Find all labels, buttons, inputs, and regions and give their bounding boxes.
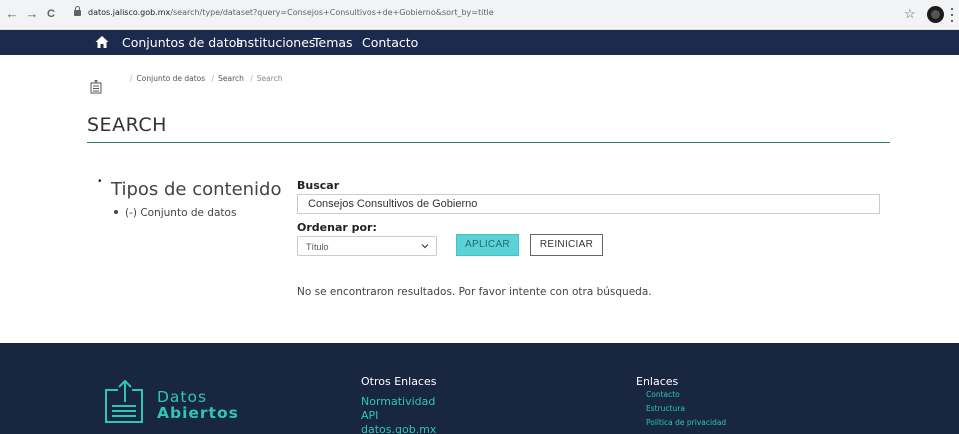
nav-contacto[interactable]: Contacto — [362, 35, 418, 50]
title-divider — [87, 142, 890, 143]
page-title: SEARCH — [87, 114, 167, 136]
address-bar[interactable]: datos.jalisco.gob.mx/search/type/dataset… — [88, 8, 494, 17]
no-results-message: No se encontraron resultados. Por favor … — [297, 286, 652, 298]
footer-link-api[interactable]: API — [361, 409, 378, 422]
facet-item-conjunto-de-datos[interactable]: (-) Conjunto de datos — [114, 207, 236, 219]
footer-link-contacto[interactable]: Contacto — [646, 390, 680, 399]
breadcrumb-item[interactable]: Conjunto de datos — [137, 74, 206, 83]
footer-link-politica-de-privacidad[interactable]: Política de privacidad — [646, 418, 726, 427]
datos-abiertos-logo[interactable] — [104, 380, 146, 424]
sort-select[interactable]: Título — [297, 236, 437, 256]
reset-button[interactable]: REINICIAR — [530, 234, 603, 256]
footer-link-normatividad[interactable]: Normatividad — [361, 395, 435, 408]
back-icon[interactable]: ← — [4, 6, 20, 22]
nav-instituciones[interactable]: Instituciones — [236, 35, 315, 50]
facet-title: Tipos de contenido — [111, 179, 282, 200]
sort-label: Ordenar por: — [297, 221, 377, 234]
footer-link-datos-gob-mx[interactable]: datos.gob.mx — [361, 423, 436, 434]
logo-text-abiertos: Abiertos — [157, 404, 239, 422]
facet-item-label: (-) Conjunto de datos — [125, 207, 237, 219]
bookmark-star-icon[interactable]: ☆ — [904, 6, 916, 22]
home-icon[interactable] — [95, 35, 109, 49]
footer-link-estructura[interactable]: Estructura — [646, 404, 685, 413]
footer-otros-enlaces-heading: Otros Enlaces — [361, 375, 437, 388]
facet-toggle-icon[interactable]: • — [98, 176, 102, 187]
lock-icon — [74, 6, 81, 16]
breadcrumb-item[interactable]: Search — [218, 74, 244, 83]
dataset-icon — [90, 80, 102, 94]
reload-icon[interactable]: C — [43, 6, 59, 22]
chevron-down-icon — [421, 244, 429, 249]
site-footer: Datos Abiertos Otros Enlaces Normativida… — [0, 343, 959, 434]
sort-selected-value: Título — [306, 242, 329, 252]
footer-enlaces-heading: Enlaces — [636, 375, 679, 388]
breadcrumb: / Conjunto de datos / Search / Search — [130, 74, 283, 83]
search-input[interactable] — [297, 194, 880, 214]
nav-conjuntos-de-datos[interactable]: Conjuntos de datos — [122, 35, 243, 50]
forward-icon[interactable]: → — [24, 6, 40, 22]
apply-button[interactable]: APLICAR — [456, 234, 519, 256]
nav-temas[interactable]: Temas — [313, 35, 353, 50]
profile-avatar[interactable] — [927, 6, 944, 23]
search-label: Buscar — [297, 179, 340, 192]
site-navbar: Conjuntos de datos Instituciones Temas C… — [0, 30, 959, 55]
browser-toolbar: ← → C datos.jalisco.gob.mx/search/type/d… — [0, 0, 959, 30]
url-path: /search/type/dataset?query=Consejos+Cons… — [170, 8, 494, 17]
url-host: datos.jalisco.gob.mx — [88, 8, 171, 17]
breadcrumb-current: Search — [256, 74, 283, 83]
browser-menu-icon[interactable] — [951, 8, 953, 22]
